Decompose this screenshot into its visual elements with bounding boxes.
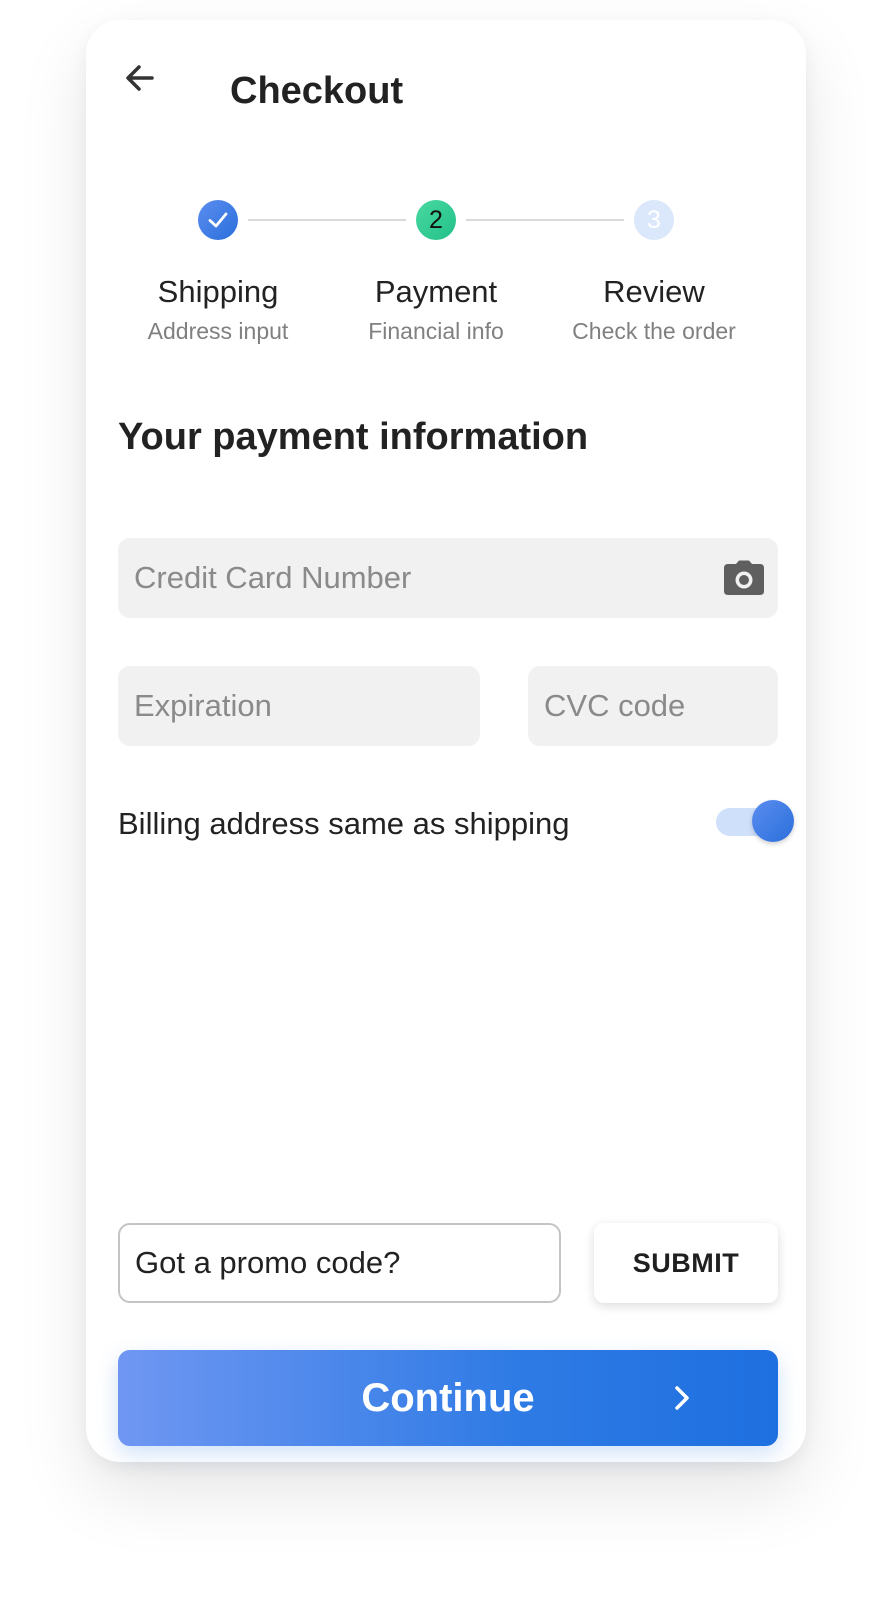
cvc-input[interactable]	[544, 688, 762, 724]
credit-card-field	[118, 538, 778, 618]
toggle-thumb	[752, 800, 794, 842]
arrow-left-icon	[126, 65, 154, 91]
cvc-field	[528, 666, 778, 746]
step-2-label: Payment	[374, 274, 498, 309]
step-2-sublabel: Financial info	[368, 318, 504, 344]
back-button[interactable]	[116, 54, 164, 102]
credit-card-input[interactable]	[134, 560, 708, 596]
promo-submit-button[interactable]: SUBMIT	[594, 1223, 778, 1303]
expiration-input[interactable]	[134, 688, 464, 724]
page-title: Checkout	[230, 70, 404, 112]
chevron-right-icon	[675, 1386, 689, 1410]
promo-code-input[interactable]	[135, 1245, 544, 1281]
promo-code-field	[118, 1223, 561, 1303]
step-1-sublabel: Address input	[147, 318, 289, 344]
step-1-label: Shipping	[157, 274, 279, 309]
expiration-field	[118, 666, 480, 746]
payment-section-heading: Your payment information	[118, 416, 589, 458]
step-3-indicator[interactable]: 3	[634, 200, 674, 240]
step-1-indicator[interactable]	[198, 200, 238, 240]
scan-card-button[interactable]	[722, 558, 766, 598]
step-3-label: Review	[603, 274, 705, 309]
step-connector	[248, 219, 406, 221]
step-3-sublabel: Check the order	[572, 318, 736, 344]
continue-button[interactable]: Continue	[118, 1350, 778, 1446]
billing-same-toggle[interactable]	[716, 800, 794, 842]
billing-same-label: Billing address same as shipping	[118, 806, 570, 841]
check-icon	[208, 212, 228, 228]
camera-icon	[724, 560, 764, 595]
checkout-card: Checkout 2 3 Shipping Payment Review Add…	[86, 20, 806, 1462]
step-2-indicator[interactable]: 2	[416, 200, 456, 240]
step-connector	[466, 219, 624, 221]
